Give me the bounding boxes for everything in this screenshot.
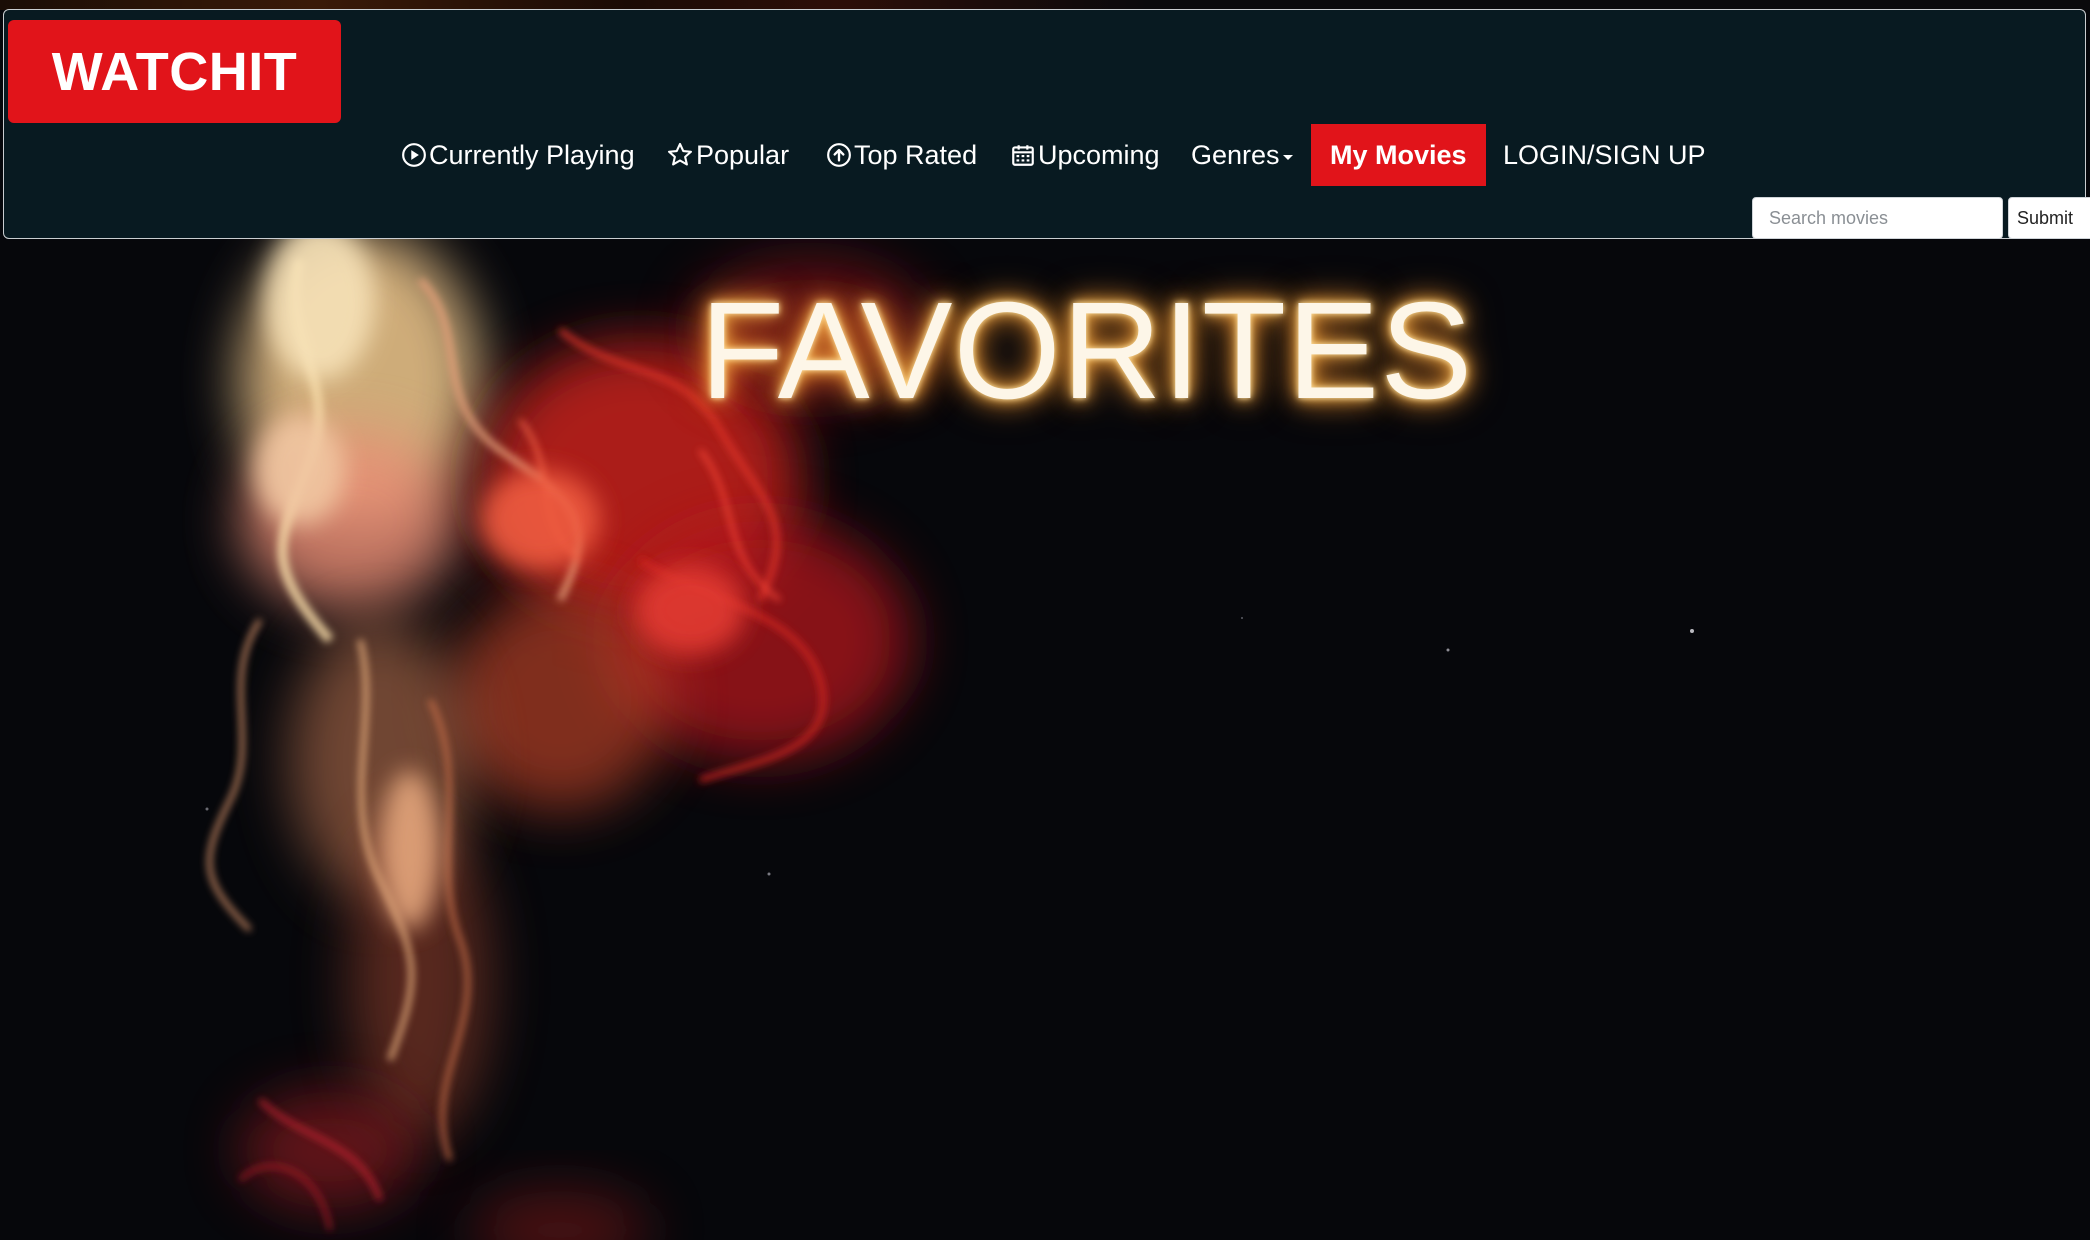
calendar-icon bbox=[1010, 142, 1036, 168]
nav-item-label: Genres bbox=[1191, 139, 1280, 170]
nav-item-label: My Movies bbox=[1330, 139, 1467, 170]
page-title: FAVORITES bbox=[700, 274, 1474, 428]
play-circle-icon bbox=[401, 142, 427, 168]
nav-item-genres-dropdown[interactable]: Genres bbox=[1191, 124, 1293, 186]
nav-item-top-rated[interactable]: Top Rated bbox=[826, 124, 977, 186]
search-input[interactable] bbox=[1752, 197, 2003, 239]
star-outline-icon bbox=[666, 141, 694, 169]
nav-item-upcoming[interactable]: Upcoming bbox=[1010, 124, 1160, 186]
arrow-up-circle-icon bbox=[826, 142, 852, 168]
brand-logo[interactable]: WATCHIT bbox=[8, 20, 341, 123]
nav-item-label: Upcoming bbox=[1038, 139, 1160, 170]
nav-item-login-signup[interactable]: LOGIN/SIGN UP bbox=[1503, 124, 1706, 186]
submit-button[interactable]: Submit bbox=[2008, 197, 2090, 239]
nav-item-popular[interactable]: Popular bbox=[666, 124, 789, 186]
caret-down-icon bbox=[1282, 154, 1293, 160]
nav-item-label: Popular bbox=[696, 139, 790, 170]
nav-item-currently-playing[interactable]: Currently Playing bbox=[401, 124, 635, 186]
navbar: WATCHIT Currently Playing Popular Top Ra… bbox=[3, 9, 2090, 239]
page: WATCHIT Currently Playing Popular Top Ra… bbox=[0, 0, 2090, 1240]
nav-item-label: Top Rated bbox=[854, 139, 978, 170]
nav-item-label: Currently Playing bbox=[429, 139, 635, 170]
nav-item-label: LOGIN/SIGN UP bbox=[1503, 139, 1706, 170]
nav-item-my-movies[interactable]: My Movies bbox=[1311, 124, 1486, 186]
